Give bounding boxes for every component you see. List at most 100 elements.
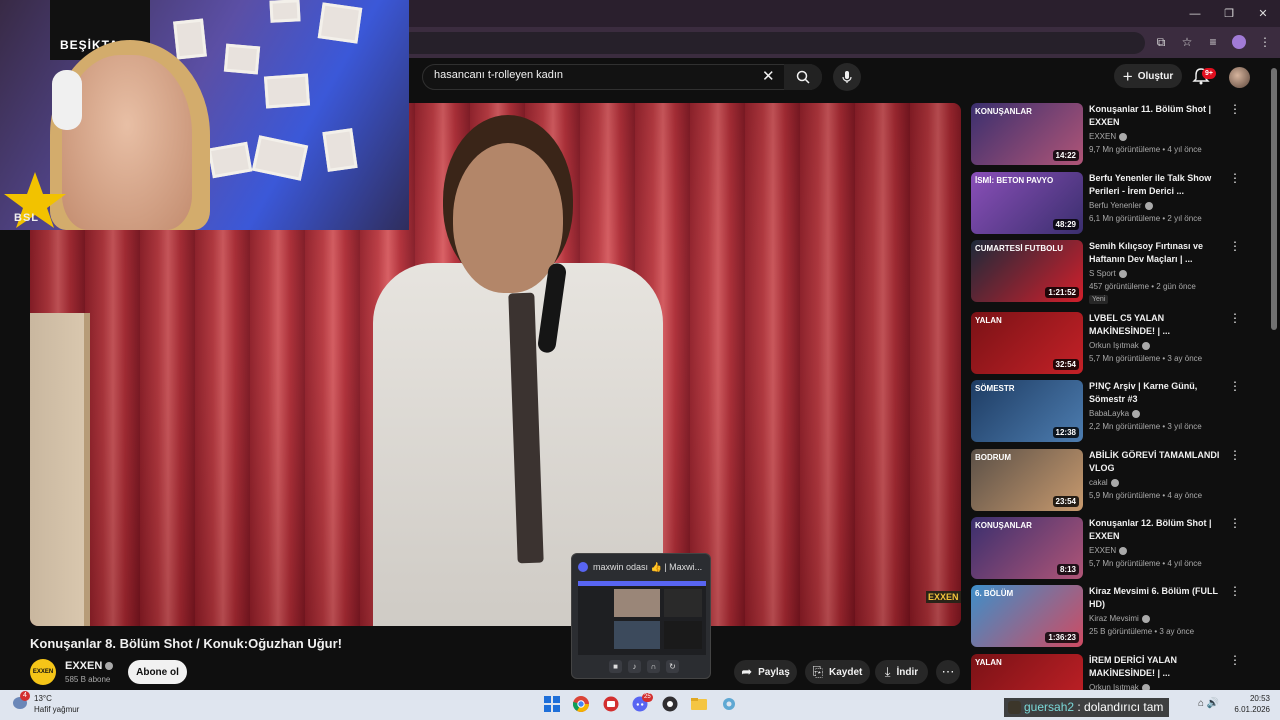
settings-app-icon[interactable] [720, 695, 738, 713]
red-app-icon[interactable] [602, 695, 620, 713]
share-button[interactable]: ➦ Paylaş [734, 660, 797, 684]
more-vertical-icon[interactable]: ⋮ [1229, 240, 1241, 253]
mute-microphone-icon[interactable]: ♪ [628, 660, 641, 673]
recommendation-item[interactable]: SÖMESTR 12:38 P!NÇ Arşiv | Karne Günü, Söm… [971, 380, 1251, 442]
install-app-icon[interactable]: ⧉ [1152, 33, 1170, 51]
verified-icon [1110, 478, 1119, 487]
recommendation-title[interactable]: Semih Kılıçsoy Fırtınası ve Haftanın Dev… [1089, 240, 1229, 266]
video-thumbnail[interactable]: KONUŞANLAR 14:22 [971, 103, 1083, 165]
more-actions-button[interactable]: ⋯ [936, 660, 960, 684]
video-title: Konuşanlar 8. Bölüm Shot / Konuk:Oğuzhan… [30, 636, 342, 651]
recommendation-channel[interactable]: EXXEN [1089, 132, 1128, 141]
more-vertical-icon[interactable]: ⋮ [1229, 517, 1241, 530]
clear-search-icon[interactable]: ✕ [762, 67, 775, 85]
recommendation-item[interactable]: KONUŞANLAR 8:13 Konuşanlar 12. Bölüm Shot … [971, 517, 1251, 579]
share-icon: ➦ [741, 664, 753, 679]
close-icon[interactable]: ✕ [1246, 0, 1280, 27]
recommendation-meta: 5,9 Mn görüntüleme • 4 ay önce [1089, 491, 1203, 500]
channel-avatar[interactable]: EXXEN [30, 659, 56, 685]
system-clock[interactable]: 20:53 6.01.2026 [1234, 693, 1270, 715]
search-icon [796, 70, 810, 84]
create-label: Oluştur [1137, 70, 1174, 82]
share-label: Paylaş [758, 666, 790, 678]
easel-board [30, 313, 90, 626]
recommendation-title[interactable]: ABİLİK GÖREVİ TAMAMLANDI VLOG [1089, 449, 1229, 475]
file-explorer-icon[interactable] [690, 695, 708, 713]
wall-photo [269, 0, 301, 23]
window-controls: — ❐ ✕ [1178, 0, 1280, 27]
recommendation-channel[interactable]: Orkun Işıtmak [1089, 341, 1150, 350]
video-duration: 1:21:52 [1045, 287, 1079, 298]
more-vertical-icon[interactable]: ⋮ [1229, 103, 1241, 116]
discord-window-preview[interactable]: maxwin odası 👍 | Maxwi... ■ ♪ ∩ ↻ [571, 553, 711, 679]
recommendation-channel[interactable]: EXXEN [1089, 546, 1128, 555]
recommendation-channel-name: EXXEN [1089, 132, 1117, 141]
more-vertical-icon[interactable]: ⋮ [1229, 654, 1241, 667]
video-duration: 8:13 [1056, 564, 1079, 575]
subscribe-button[interactable]: Abone ol [128, 660, 187, 684]
recommendation-title[interactable]: Konuşanlar 12. Bölüm Shot | EXXEN [1089, 517, 1229, 543]
recommendation-title[interactable]: Berfu Yenenler ile Talk Show Perileri - … [1089, 172, 1229, 198]
minimize-icon[interactable]: — [1178, 0, 1212, 27]
video-thumbnail[interactable]: 6. BÖLÜM 1:36:23 [971, 585, 1083, 647]
video-thumbnail[interactable]: BODRUM 23:54 [971, 449, 1083, 511]
address-bar[interactable] [400, 32, 1145, 54]
recommendation-meta: 5,7 Mn görüntüleme • 3 ay önce [1089, 354, 1203, 363]
camera-icon[interactable]: ■ [609, 660, 622, 673]
account-avatar[interactable] [1229, 67, 1250, 88]
recommendation-item[interactable]: CUMARTESİ FUTBOLU 1:21:52 Semih Kılıçsoy F… [971, 240, 1251, 304]
profile-icon[interactable] [1230, 33, 1248, 51]
save-button[interactable]: ⎘ Kaydet [805, 660, 870, 684]
media-controls-icon[interactable]: ≡ [1204, 33, 1222, 51]
restore-icon[interactable]: ❐ [1212, 0, 1246, 27]
recommendation-title[interactable]: İREM DERİCİ YALAN MAKİNESİNDE! | ... [1089, 654, 1229, 680]
system-tray-icons[interactable]: ⌂ 🔊 [1198, 698, 1219, 709]
page-scrollbar[interactable] [1271, 68, 1277, 330]
recommendation-title[interactable]: Kiraz Mevsimi 6. Bölüm (FULL HD) [1089, 585, 1229, 611]
start-menu-icon[interactable] [543, 695, 561, 713]
recommendation-item[interactable]: BODRUM 23:54 ABİLİK GÖREVİ TAMAMLANDI VLOG… [971, 449, 1251, 511]
recommendation-channel[interactable]: cakal [1089, 478, 1119, 487]
video-thumbnail[interactable]: SÖMESTR 12:38 [971, 380, 1083, 442]
headphones-icon[interactable]: ∩ [647, 660, 660, 673]
recommendation-channel[interactable]: S Sport [1089, 269, 1127, 278]
video-thumbnail[interactable]: KONUŞANLAR 8:13 [971, 517, 1083, 579]
recommendation-channel[interactable]: BabaLayka [1089, 409, 1141, 418]
verified-icon [105, 662, 114, 671]
recommendation-title[interactable]: LVBEL C5 YALAN MAKİNESİNDE! | ... [1089, 312, 1229, 338]
recommendation-title[interactable]: Konuşanlar 11. Bölüm Shot | EXXEN [1089, 103, 1229, 129]
browser-menu-icon[interactable]: ⋮ [1256, 33, 1274, 51]
browser-toolbar-icons: ⧉ ☆ ≡ ⋮ [1152, 31, 1274, 53]
recommendation-meta: 5,7 Mn görüntüleme • 4 yıl önce [1089, 559, 1202, 568]
bookmark-star-icon[interactable]: ☆ [1178, 33, 1196, 51]
video-thumbnail[interactable]: İSMİ: BETON PAVYO 48:29 [971, 172, 1083, 234]
obs-icon[interactable] [661, 695, 679, 713]
create-button[interactable]: + Oluştur [1114, 64, 1182, 88]
recommendation-title[interactable]: P!NÇ Arşiv | Karne Günü, Sömestr #3 [1089, 380, 1229, 406]
recommendation-item[interactable]: İSMİ: BETON PAVYO 48:29 Berfu Yenenler ile… [971, 172, 1251, 234]
more-vertical-icon[interactable]: ⋮ [1229, 380, 1241, 393]
download-button[interactable]: ⤓ İndir [875, 660, 928, 684]
chrome-icon[interactable] [572, 695, 590, 713]
more-vertical-icon[interactable]: ⋮ [1229, 585, 1241, 598]
more-vertical-icon[interactable]: ⋮ [1229, 312, 1241, 325]
recommendation-channel[interactable]: Kiraz Mevsimi [1089, 614, 1150, 623]
more-vertical-icon[interactable]: ⋮ [1229, 172, 1241, 185]
thumbnail-caption: 6. BÖLÜM [975, 589, 1014, 598]
recommendation-item[interactable]: KONUŞANLAR 14:22 Konuşanlar 11. Bölüm Shot… [971, 103, 1251, 165]
disconnect-icon[interactable]: ↻ [666, 660, 679, 673]
recommendation-channel[interactable]: Berfu Yenenler [1089, 201, 1153, 210]
recommendation-item[interactable]: YALAN 32:54 LVBEL C5 YALAN MAKİNESİNDE! | … [971, 312, 1251, 374]
recommendation-item[interactable]: 6. BÖLÜM 1:36:23 Kiraz Mevsimi 6. Bölüm (F… [971, 585, 1251, 647]
search-button[interactable] [784, 64, 822, 90]
chat-nickname: guersah2 [1024, 700, 1075, 714]
recommendation-channel-name: Berfu Yenenler [1089, 201, 1142, 210]
more-vertical-icon[interactable]: ⋮ [1229, 449, 1241, 462]
voice-search-button[interactable] [833, 63, 861, 91]
channel-name[interactable]: EXXEN [65, 660, 114, 672]
recommendation-meta: 457 görüntüleme • 2 gün önce [1089, 282, 1196, 291]
video-thumbnail[interactable]: CUMARTESİ FUTBOLU 1:21:52 [971, 240, 1083, 302]
streamer-webcam: BEŞİKTAŞ BSL [0, 0, 409, 230]
video-thumbnail[interactable]: YALAN 32:54 [971, 312, 1083, 374]
wall-photo [322, 128, 358, 172]
